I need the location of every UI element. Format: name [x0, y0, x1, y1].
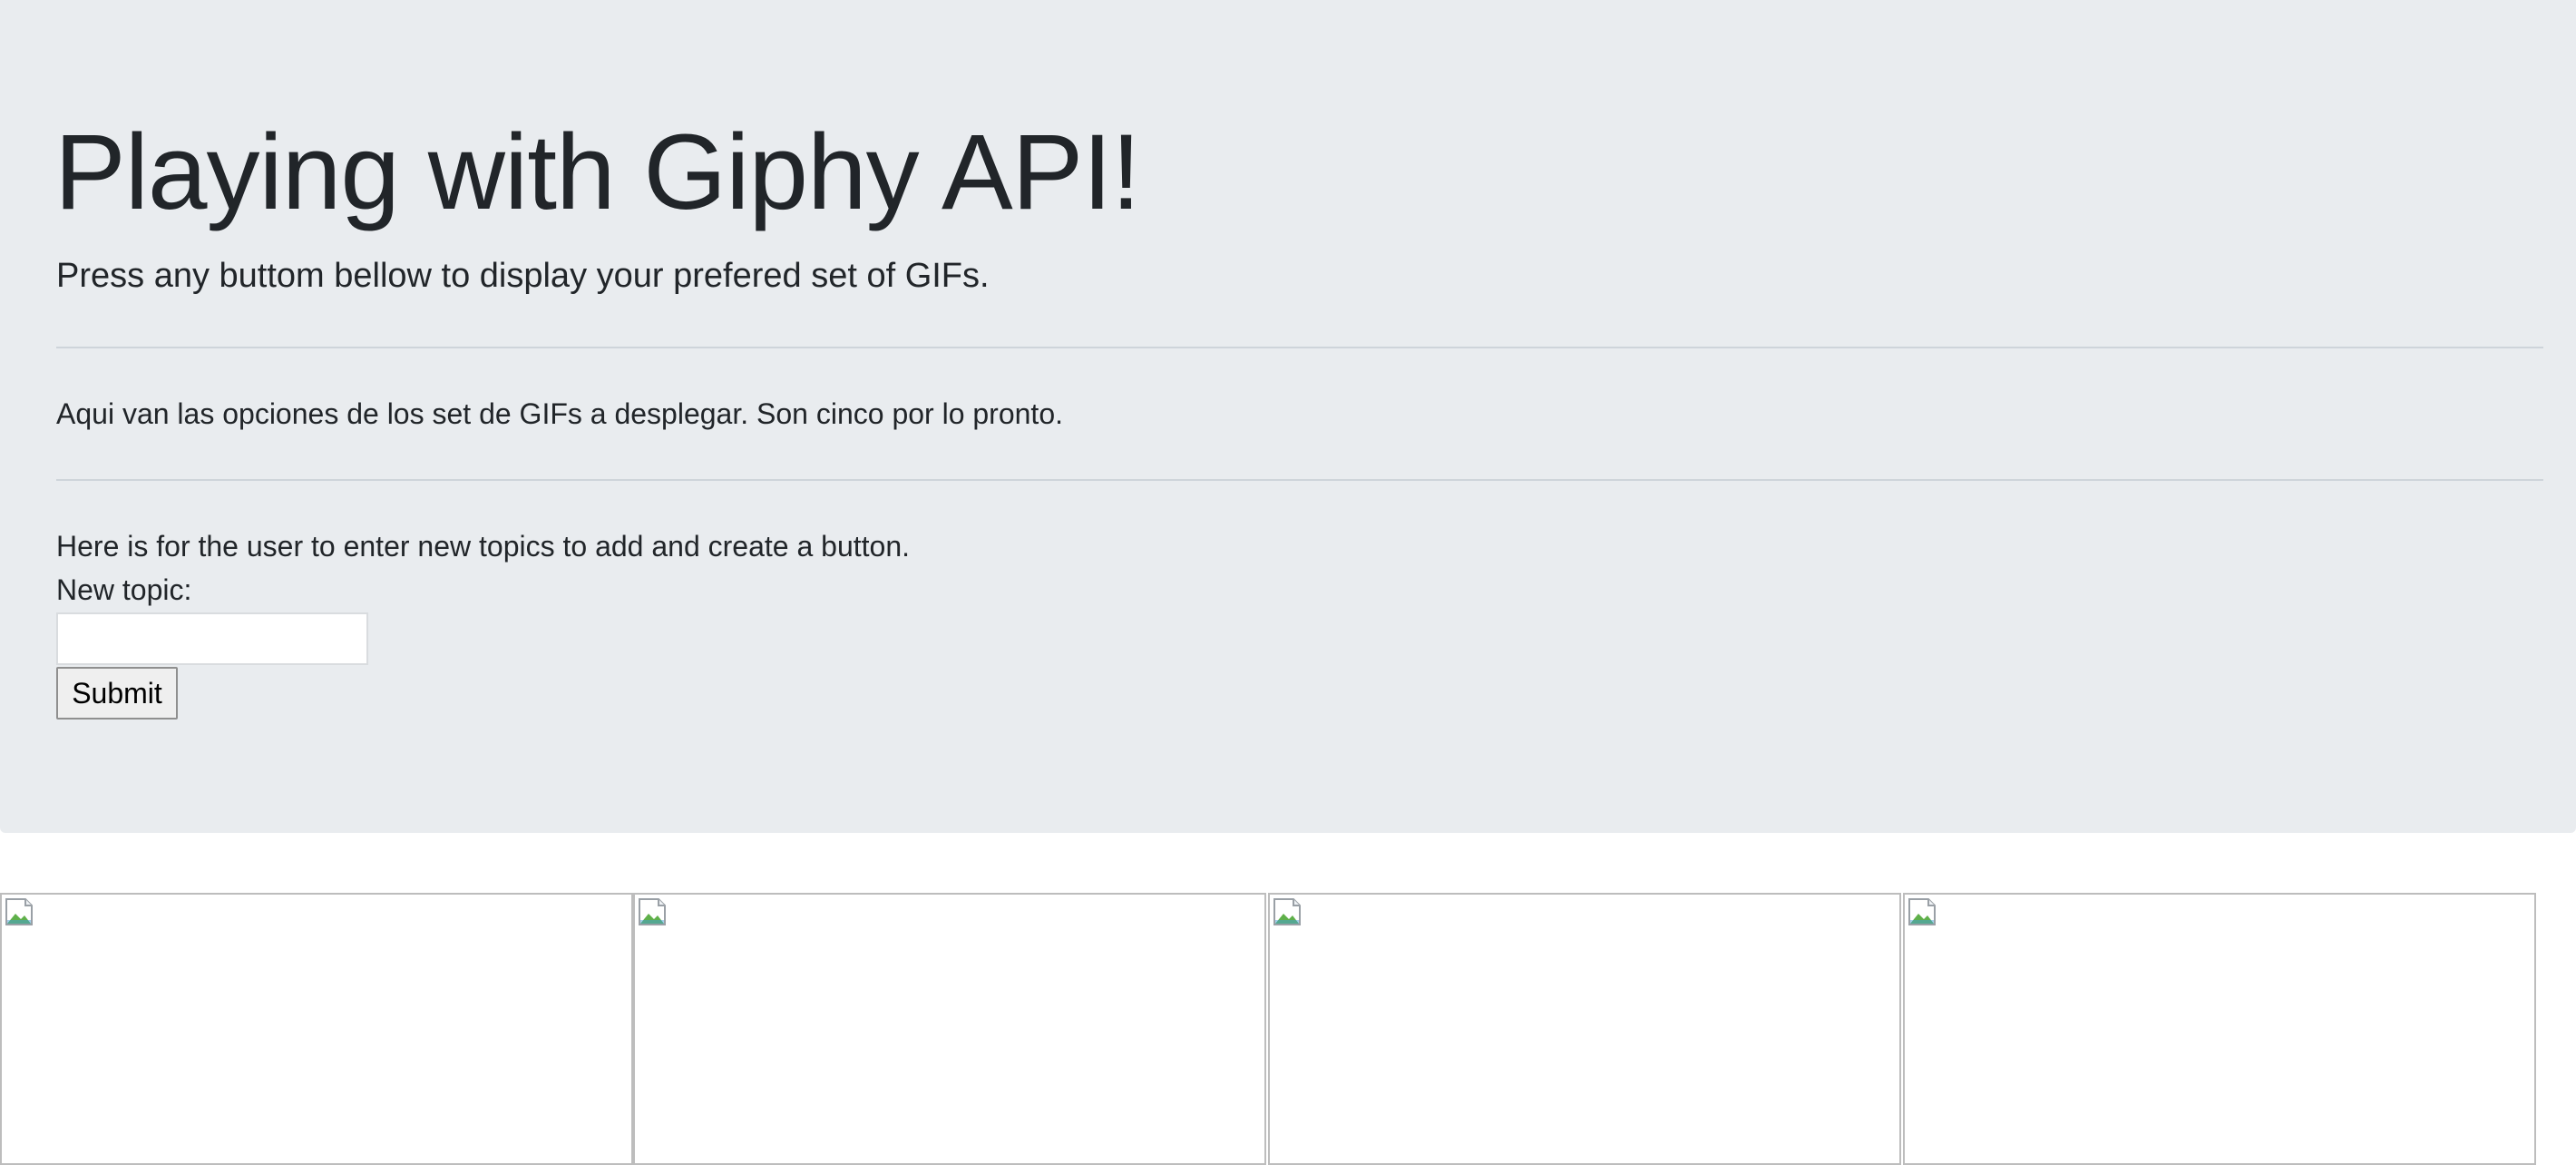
gif-image[interactable]	[633, 893, 1266, 1165]
broken-image-icon	[1273, 898, 1301, 925]
submit-button[interactable]: Submit	[56, 667, 178, 720]
broken-image-icon	[639, 898, 666, 925]
divider	[56, 347, 2543, 348]
jumbotron: Playing with Giphy API! Press any buttom…	[0, 0, 2576, 833]
lead-text: Press any buttom bellow to display your …	[56, 257, 990, 295]
divider	[56, 479, 2543, 481]
gif-results	[0, 893, 2540, 1165]
page-title: Playing with Giphy API!	[54, 113, 1141, 232]
gif-image[interactable]	[0, 893, 633, 1165]
new-topic-input[interactable]	[56, 612, 368, 665]
new-topic-label: New topic:	[56, 573, 192, 606]
gif-image[interactable]	[1903, 893, 2536, 1165]
broken-image-icon	[5, 898, 33, 925]
gif-image[interactable]	[1268, 893, 1901, 1165]
gif-options-area: Aqui van las opciones de los set de GIFs…	[56, 397, 1063, 430]
broken-image-icon	[1908, 898, 1936, 925]
instruction-text: Here is for the user to enter new topics…	[56, 530, 910, 563]
